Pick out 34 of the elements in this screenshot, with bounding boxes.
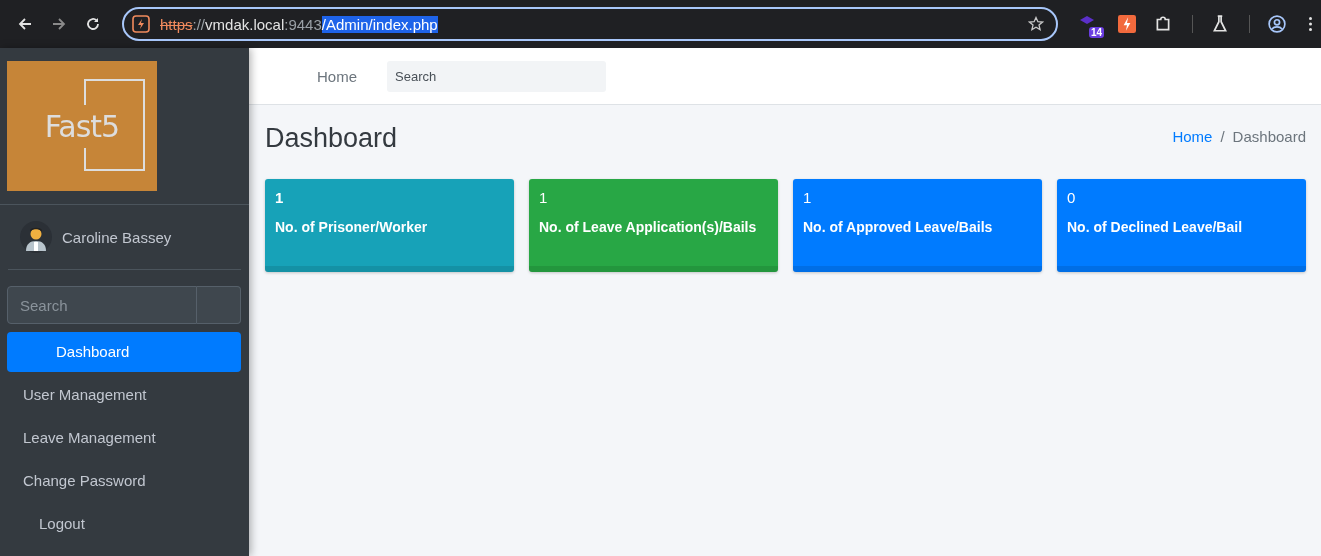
search-field[interactable]: Search: [387, 60, 606, 92]
user-avatar-icon: [20, 221, 52, 253]
stat-label: No. of Leave Application(s)/Bails: [539, 219, 758, 235]
forward-icon[interactable]: [51, 16, 67, 32]
warning-icon[interactable]: [132, 15, 150, 33]
star-icon[interactable]: [1028, 16, 1044, 32]
stat-label: No. of Declined Leave/Bail: [1067, 219, 1244, 235]
home-link[interactable]: Home: [317, 67, 357, 85]
stat-value: 1: [275, 189, 285, 206]
nav-item[interactable]: Change Password: [7, 461, 241, 501]
breadcrumb-current: Dashboard: [1232, 127, 1306, 145]
address-bar[interactable]: https://vmdak.local:9443/Admin/index.php: [122, 7, 1058, 41]
menu-icon[interactable]: [1308, 16, 1313, 32]
url-text: https://vmdak.local:9443/Admin/index.php: [160, 15, 439, 33]
nav-item[interactable]: User Management: [7, 375, 241, 415]
user-name[interactable]: Caroline Bassey: [62, 228, 172, 246]
badge: 14: [1088, 27, 1104, 38]
lightning-icon[interactable]: [1118, 15, 1136, 33]
flask-icon[interactable]: [1211, 15, 1229, 33]
stat-value: 0: [1067, 189, 1077, 206]
stat-value: 1: [803, 189, 813, 206]
sidebar-search-field[interactable]: Search: [7, 286, 197, 324]
nav-item[interactable]: Logout: [7, 504, 241, 544]
breadcrumb-separator: /: [1220, 127, 1225, 145]
stat-value: 1: [539, 189, 549, 206]
reload-icon[interactable]: [85, 16, 101, 32]
nav-item[interactable]: Leave Management: [7, 418, 241, 458]
breadcrumb-link[interactable]: Home: [1172, 127, 1213, 145]
profile-icon[interactable]: [1268, 15, 1286, 33]
stat-label: No. of Approved Leave/Bails: [803, 219, 994, 235]
page-title: Dashboard: [265, 122, 398, 154]
back-icon[interactable]: [17, 16, 33, 32]
nav-item[interactable]: Dashboard: [7, 332, 241, 372]
stat-label: No. of Prisoner/Worker: [275, 219, 429, 235]
